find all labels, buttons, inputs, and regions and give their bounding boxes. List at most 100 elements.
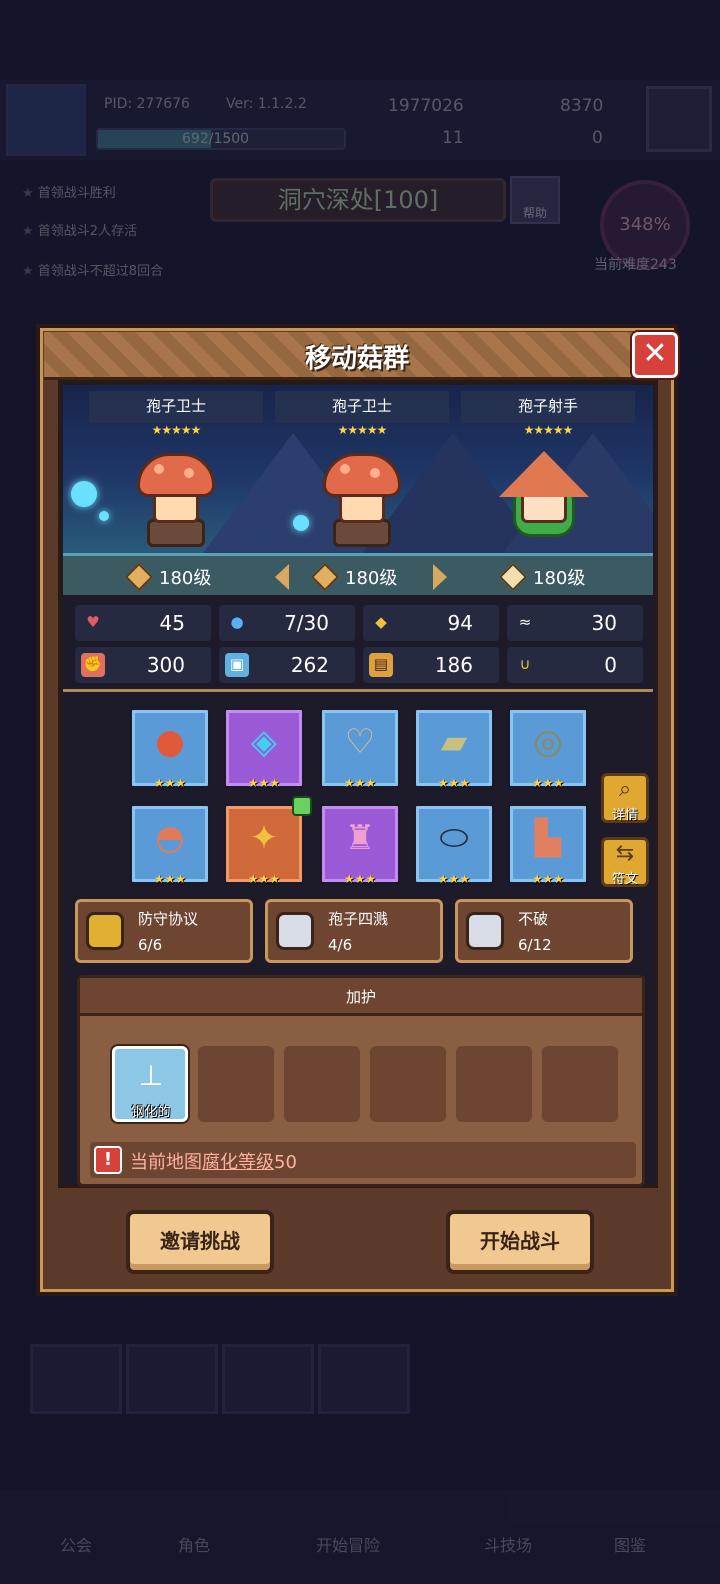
boots-icon: ▙ xyxy=(534,818,562,858)
bg-slot xyxy=(30,1344,122,1414)
blessing-slot-3[interactable] xyxy=(284,1046,360,1122)
next-arrow-icon[interactable] xyxy=(433,564,447,590)
monster-name-1: 孢子卫士 xyxy=(89,391,263,423)
player-id: PID: 277676 xyxy=(104,96,190,112)
silver-emblem-icon xyxy=(466,912,504,950)
bow-icon xyxy=(498,562,528,592)
fist-icon: ✊ xyxy=(81,653,105,677)
monster-name-2: 孢子卫士 xyxy=(275,391,449,423)
blessing-slot-5[interactable] xyxy=(456,1046,532,1122)
monster-level-1: 180级 xyxy=(159,568,212,589)
monster-level-2: 180级 xyxy=(345,568,398,589)
quest-2: 首领战斗2人存活 xyxy=(22,220,137,239)
nav-guild[interactable]: 公会 xyxy=(60,1532,92,1556)
spellbook-icon: ▣ xyxy=(225,653,249,677)
stat-luck: ∪ 0 xyxy=(507,647,643,683)
equip-belt[interactable]: ⬭ ★★★ xyxy=(413,803,495,886)
monster-stars-1: ★★★★★ xyxy=(151,423,202,437)
equip-boots[interactable]: ▙ ★★★ xyxy=(507,803,589,886)
swap-icon: ⇆ xyxy=(615,841,635,866)
equip-ring[interactable]: ◎ ★★★ xyxy=(507,707,589,790)
golden-armor-icon: ✦ xyxy=(249,818,279,858)
blessing-slot-6[interactable] xyxy=(542,1046,618,1122)
red-orb-icon: ● xyxy=(155,722,185,762)
blessing-slot-4[interactable] xyxy=(370,1046,446,1122)
enemy-group-dialog: 移动菇群 ✕ 孢子卫士 ★★★★★ 孢子卫士 ★★★★★ 孢子射手 ★★★★★ xyxy=(36,324,678,1296)
monster-stars-3: ★★★★★ xyxy=(523,423,574,437)
equip-red-orb[interactable]: ● ★★★ xyxy=(129,707,211,790)
blessing-slot-2[interactable] xyxy=(198,1046,274,1122)
invite-challenge-button[interactable]: 邀请挑战 xyxy=(126,1210,274,1274)
gem-count: 8370 xyxy=(560,96,604,116)
equip-bracer[interactable]: ▰ ★★★ xyxy=(413,707,495,790)
nav-arena[interactable]: 斗技场 xyxy=(484,1532,532,1556)
shield-icon: ◆ xyxy=(375,613,387,631)
stat-magic: ▣ 262 xyxy=(219,647,355,683)
runes-button[interactable]: ⇆ 符文 xyxy=(601,837,649,887)
spore-guard-sprite[interactable] xyxy=(317,453,407,549)
dialog-title: 移动菇群 xyxy=(304,344,409,374)
crystal-tome-icon: ◈ xyxy=(250,722,278,762)
heart-icon: ♥ xyxy=(86,613,100,631)
magnifier-icon: ⌕ xyxy=(618,777,632,802)
blessing-title: 加护 xyxy=(80,978,642,1016)
set-bonus-2[interactable]: 孢子四溅 4/6 xyxy=(265,899,443,963)
stage-banner: 洞穴深处[100] xyxy=(210,178,506,222)
equip-mushroom-hat[interactable]: ◓ ★★★ xyxy=(129,803,211,886)
nav-character[interactable]: 角色 xyxy=(178,1532,210,1556)
nav-adventure[interactable]: 开始冒险 xyxy=(316,1532,380,1556)
bg-slot xyxy=(318,1344,410,1414)
sword-icon xyxy=(310,562,340,592)
spore-archer-sprite[interactable] xyxy=(499,451,589,549)
key-count: 0 xyxy=(592,128,603,148)
armor-icon: ▤ xyxy=(369,653,393,677)
blessing-slot-1[interactable]: ⊥ 钢化的 xyxy=(112,1046,188,1122)
stat-hp: ♥ 45 xyxy=(75,605,211,641)
horseshoe-icon: ∪ xyxy=(519,655,531,673)
details-button[interactable]: ⌕ 详情 xyxy=(601,773,649,823)
upgrade-icon xyxy=(292,796,312,816)
quest-1: 首领战斗胜利 xyxy=(22,182,116,201)
help-button[interactable]: 帮助 xyxy=(510,176,560,224)
close-button[interactable]: ✕ xyxy=(632,332,678,378)
corruption-warning: ! 当前地图腐化等级50 xyxy=(90,1142,636,1178)
nav-codex[interactable]: 图鉴 xyxy=(614,1532,646,1556)
mana-drop-icon: ● xyxy=(230,613,244,631)
spore-guard-sprite[interactable] xyxy=(131,453,221,549)
difficulty-label: 当前难度243 xyxy=(594,257,677,273)
equip-pink-robe[interactable]: ♜ ★★★ xyxy=(319,803,401,886)
corruption-level-link[interactable]: 腐化等级 xyxy=(202,1152,274,1173)
pink-robe-icon: ♜ xyxy=(344,818,376,858)
set-bonus-3[interactable]: 不破 6/12 xyxy=(455,899,633,963)
crystal-glow xyxy=(71,481,97,507)
equip-crystal-tome[interactable]: ◈ ★★★ xyxy=(223,707,305,790)
level-bar: 180级 180级 180级 xyxy=(63,553,653,595)
xp-bar: 692/1500 xyxy=(96,128,346,150)
equip-golden-armor[interactable]: ✦ ★★★ xyxy=(223,796,312,886)
prev-arrow-icon[interactable] xyxy=(275,564,289,590)
stat-attack: ✊ 300 xyxy=(75,647,211,683)
settings-button[interactable] xyxy=(646,86,712,152)
start-battle-button[interactable]: 开始战斗 xyxy=(446,1210,594,1274)
stat-magic-defense: ▤ 186 xyxy=(363,647,499,683)
stat-mana: ● 7/30 xyxy=(219,605,355,641)
monster-level-3: 180级 xyxy=(533,568,586,589)
set-bonus-1[interactable]: 防守协议 6/6 xyxy=(75,899,253,963)
ring-icon: ◎ xyxy=(533,722,563,762)
bg-slot xyxy=(222,1344,314,1414)
anvil-icon: ⊥ xyxy=(138,1059,164,1092)
quest-3: 首领战斗不超过8回合 xyxy=(22,260,163,279)
gold-emblem-icon xyxy=(86,912,124,950)
monster-stars-2: ★★★★★ xyxy=(337,423,388,437)
blessing-panel: 加护 ⊥ 钢化的 ! 当前地图腐化等级50 xyxy=(77,975,645,1187)
monster-scene: 孢子卫士 ★★★★★ 孢子卫士 ★★★★★ 孢子射手 ★★★★★ xyxy=(63,385,653,553)
equip-necklace[interactable]: ♡ ★★★ xyxy=(319,707,401,790)
gold-count: 1977026 xyxy=(388,96,464,116)
silver-emblem-icon xyxy=(276,912,314,950)
version-label: Ver: 1.1.2.2 xyxy=(226,96,307,112)
dialog-titlebar: 移动菇群 xyxy=(44,332,670,380)
player-avatar[interactable] xyxy=(6,84,86,156)
stat-defense: ◆ 94 xyxy=(363,605,499,641)
bracer-icon: ▰ xyxy=(440,722,468,762)
divider xyxy=(63,689,653,692)
